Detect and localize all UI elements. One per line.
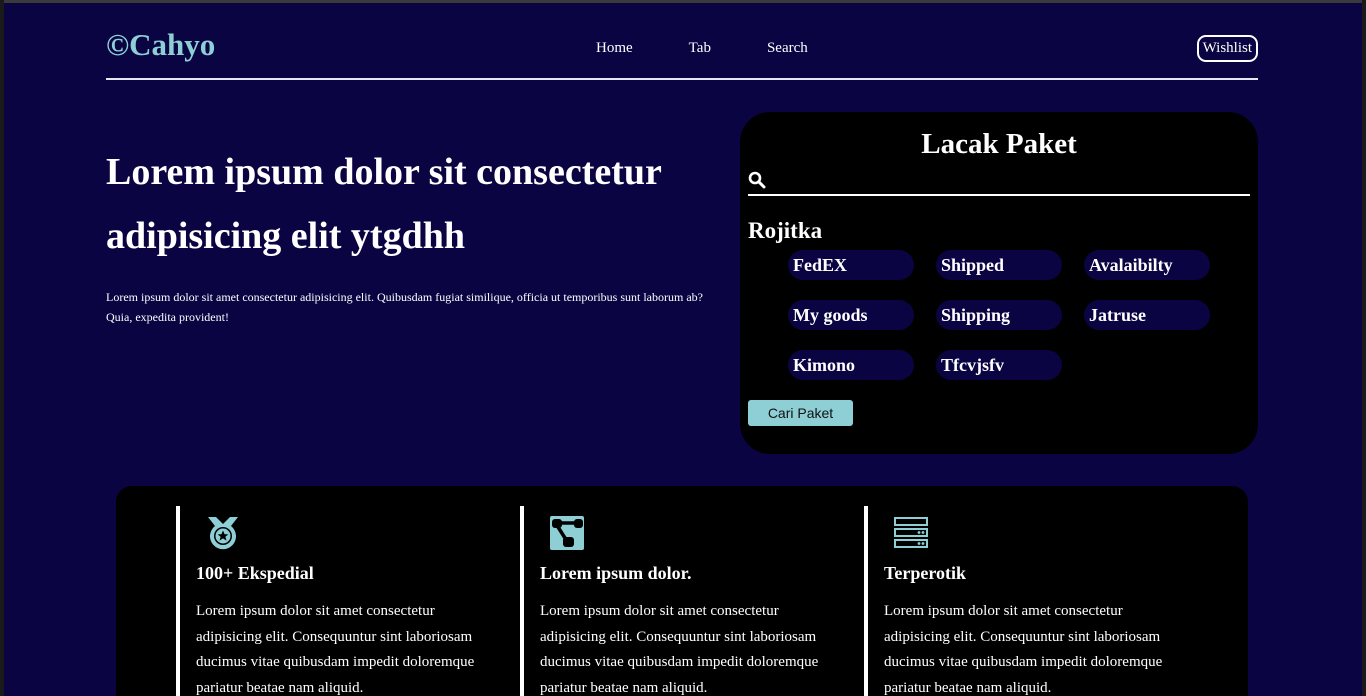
courier-chip-kimono[interactable]: Kimono (788, 350, 914, 380)
courier-group-label: Rojitka (748, 218, 823, 243)
courier-chip-jatruse[interactable]: Jatruse (1084, 300, 1210, 330)
feature-card: Terperotik Lorem ipsum dolor sit amet co… (864, 506, 1182, 696)
track-search-input[interactable] (770, 170, 1252, 194)
wishlist-button[interactable]: Wishlist (1196, 35, 1258, 62)
window-right-edge (1362, 0, 1366, 696)
feature-text: Lorem ipsum dolor sit amet consectetur a… (884, 603, 1163, 696)
feature-title: Lorem ipsum dolor. (540, 563, 692, 583)
courier-chip-shipping[interactable]: Shipping (936, 300, 1062, 330)
track-package-title: Lacak Paket (921, 128, 1077, 160)
hero-description: Lorem ipsum dolor sit amet consectetur a… (106, 290, 703, 324)
search-icon[interactable] (748, 171, 766, 189)
nav-search-link[interactable]: Search (767, 38, 808, 58)
feature-title: Terperotik (884, 563, 967, 583)
courier-chip-fedex[interactable]: FedEX (788, 250, 914, 280)
courier-chip-availability[interactable]: Avalaibilty (1084, 250, 1210, 280)
feature-title: 100+ Ekspedial (196, 563, 314, 583)
track-search-row (748, 170, 1252, 196)
network-icon (550, 516, 584, 550)
feature-card: Lorem ipsum dolor. Lorem ipsum dolor sit… (520, 506, 838, 696)
nav-home-link[interactable]: Home (596, 38, 633, 58)
main-nav: Home Tab Search (596, 38, 864, 58)
window-left-edge (0, 0, 4, 696)
track-package-card: Lacak Paket Rojitka FedEX Shipped Avalai… (740, 112, 1258, 454)
feature-card: 100+ Ekspedial Lorem ipsum dolor sit ame… (176, 506, 494, 696)
hero-title: Lorem ipsum dolor sit consectetur adipis… (106, 151, 662, 257)
feature-text: Lorem ipsum dolor sit amet consectetur a… (196, 603, 475, 696)
site-logo[interactable]: ©Cahyo (106, 28, 215, 62)
courier-chip-tfcvjsfv[interactable]: Tfcvjsfv (936, 350, 1062, 380)
nav-tab-link[interactable]: Tab (689, 38, 711, 58)
track-package-button[interactable]: Cari Paket (748, 400, 853, 426)
feature-text: Lorem ipsum dolor sit amet consectetur a… (540, 603, 819, 696)
features-section: 100+ Ekspedial Lorem ipsum dolor sit ame… (116, 486, 1248, 696)
site-header: ©Cahyo Home Tab Search Wishlist (106, 28, 1258, 80)
server-icon (894, 517, 928, 548)
courier-chip-shipped[interactable]: Shipped (936, 250, 1062, 280)
courier-chip-my-goods[interactable]: My goods (788, 300, 914, 330)
window-top-border (0, 0, 1366, 3)
medal-icon (208, 517, 238, 550)
